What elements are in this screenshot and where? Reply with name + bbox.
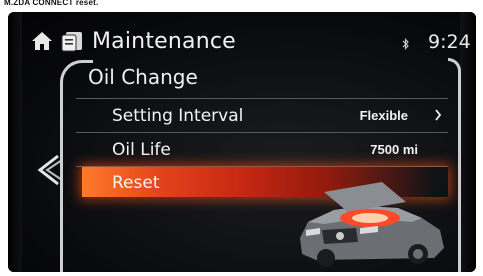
maintenance-icon <box>61 32 82 52</box>
divider <box>76 98 448 99</box>
home-icon[interactable] <box>30 30 54 52</box>
oil-life-value: 7500 mi <box>370 142 418 157</box>
reset-label: Reset <box>112 173 160 193</box>
page-title: Maintenance <box>92 29 236 54</box>
car-image <box>300 182 444 267</box>
setting-interval-value: Flexible <box>359 108 408 123</box>
oil-life-label: Oil Life <box>112 140 171 160</box>
screen-bezel-left <box>8 12 22 272</box>
infotainment-screen: Maintenance 9:24 Oil Change Setting Inte… <box>8 12 476 272</box>
setting-interval-item[interactable]: Setting Interval Flexible <box>82 100 448 132</box>
divider <box>76 132 448 133</box>
chevron-right-icon <box>435 109 442 121</box>
section-title: Oil Change <box>88 65 198 89</box>
header-bar: Maintenance 9:24 <box>26 26 471 60</box>
oil-life-item[interactable]: Oil Life 7500 mi <box>82 134 448 166</box>
setting-interval-label: Setting Interval <box>112 106 244 126</box>
clock: 9:24 <box>428 31 471 53</box>
top-caption: M.ZDA CONNECT reset. <box>4 0 99 7</box>
bluetooth-icon <box>402 38 409 50</box>
